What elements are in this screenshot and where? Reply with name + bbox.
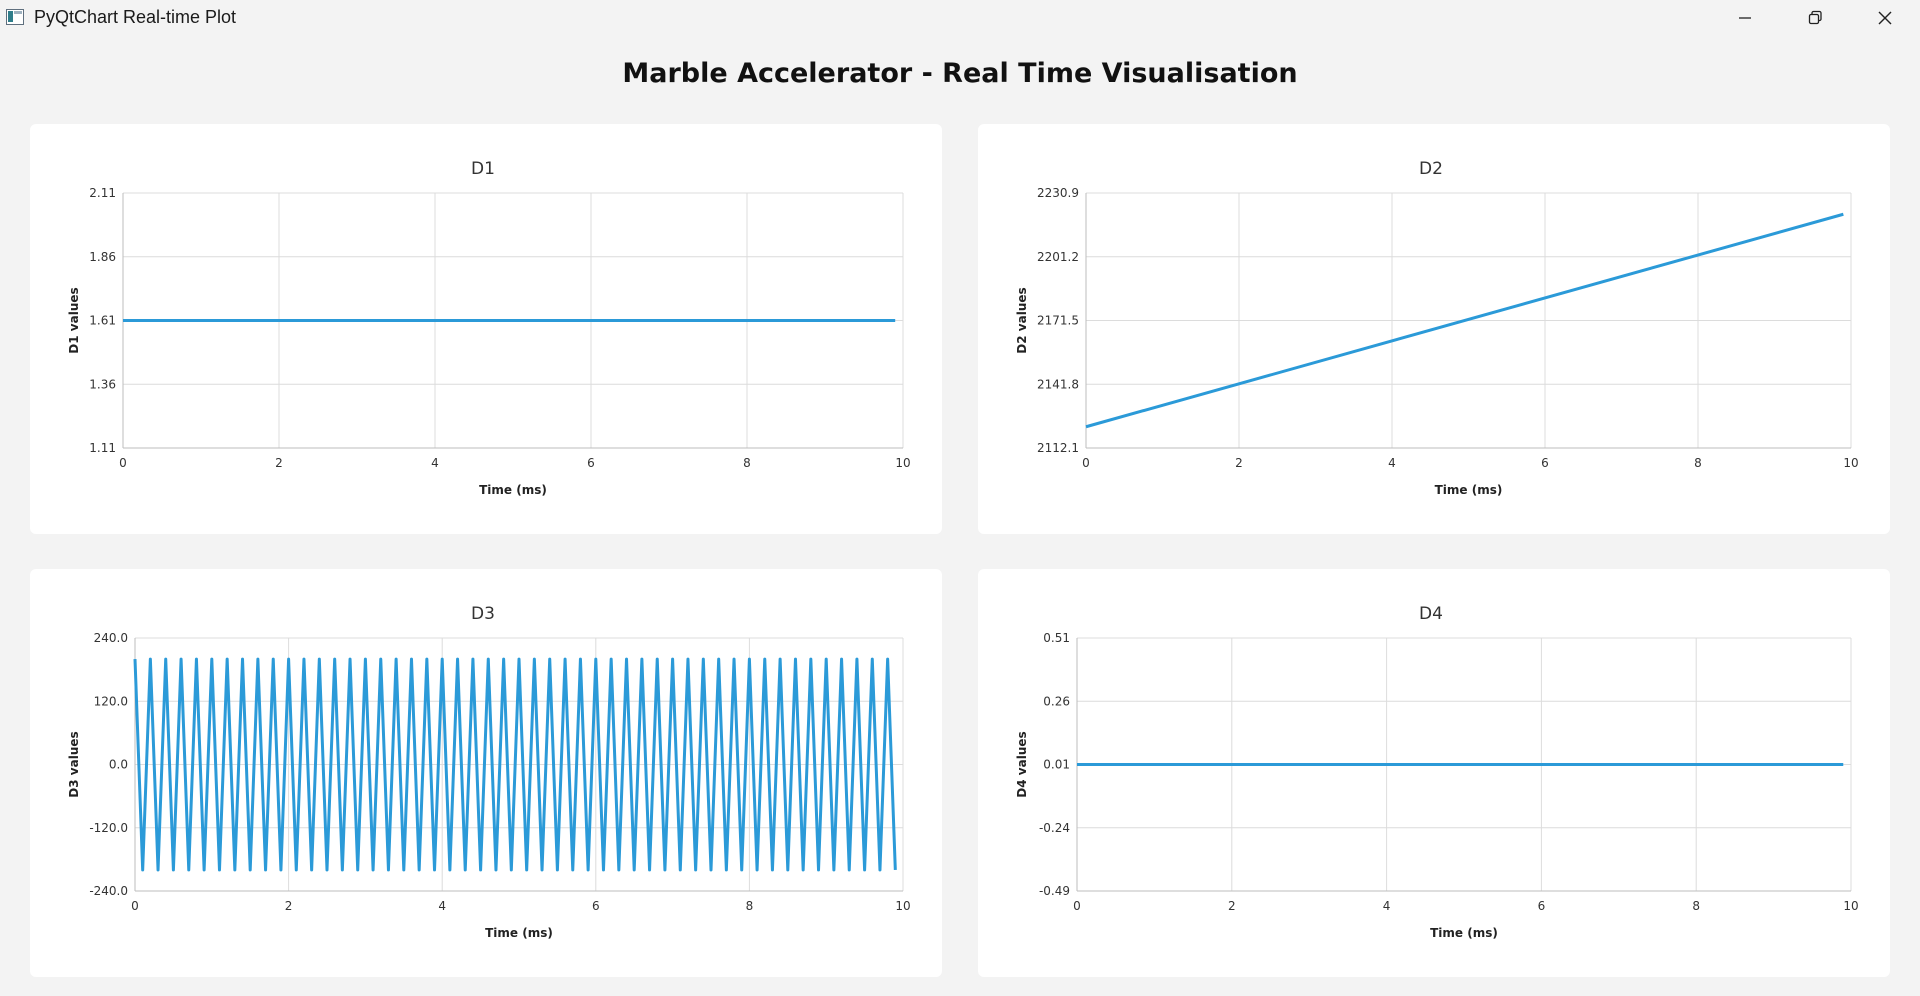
- x-tick-label: 10: [1843, 899, 1858, 913]
- window-titlebar: PyQtChart Real-time Plot: [0, 0, 1920, 36]
- x-tick-label: 8: [743, 456, 751, 470]
- x-tick-label: 10: [895, 456, 910, 470]
- y-tick-label: 0.0: [109, 758, 128, 772]
- chart-card-d4: D4 0.51 0.26 0.01 -0.24 -0.49 0 2 4 6 8 10 Time (ms)…: [978, 569, 1890, 977]
- y-tick-label: 1.61: [89, 314, 116, 328]
- y-tick-label: 2171.5: [1037, 314, 1079, 328]
- y-axis-label: D4 values: [1015, 731, 1029, 797]
- restore-button[interactable]: [1780, 0, 1850, 36]
- chart-card-d1: D1 2.11 1.86 1.61 1.36 1.11 0 2 4 6 8 10 Time (ms) D1…: [30, 124, 942, 534]
- x-tick-label: 4: [431, 456, 439, 470]
- chart-d4: D4 0.51 0.26 0.01 -0.24 -0.490 2 4 6 8 10 Time (ms)…: [1015, 604, 1859, 940]
- y-tick-label: 0.01: [1043, 758, 1070, 772]
- x-axis-label: Time (ms): [1435, 483, 1503, 497]
- y-tick-label: 2.11: [89, 186, 116, 200]
- x-tick-label: 0: [131, 899, 139, 913]
- y-tick-label: 120.0: [94, 694, 128, 708]
- x-tick-label: 6: [587, 456, 595, 470]
- x-tick-label: 4: [438, 899, 446, 913]
- x-axis-label: Time (ms): [485, 926, 553, 940]
- close-icon: [1878, 11, 1892, 25]
- chart-title: D4: [1419, 604, 1443, 624]
- y-tick-label: -240.0: [89, 884, 128, 898]
- close-button[interactable]: [1850, 0, 1920, 36]
- x-tick-label: 2: [285, 899, 293, 913]
- x-tick-label: 0: [1073, 899, 1081, 913]
- y-tick-label: 2201.2: [1037, 250, 1079, 264]
- page-title: Marble Accelerator - Real Time Visualisa…: [622, 58, 1298, 89]
- y-tick-label: 2141.8: [1037, 377, 1079, 391]
- y-tick-label: 0.51: [1043, 631, 1070, 645]
- y-tick-label: -0.24: [1039, 821, 1070, 835]
- y-tick-label: 0.26: [1043, 694, 1070, 708]
- chart-d3: D3 240.0 120.0 0.0 -120.0 -240.00 2 4 6 8 10 Time (…: [67, 604, 911, 940]
- y-tick-label: 2230.9: [1037, 186, 1079, 200]
- y-tick-label: 1.86: [89, 250, 116, 264]
- y-tick-label: -120.0: [89, 821, 128, 835]
- chart-title: D1: [471, 159, 495, 179]
- minimize-icon: [1739, 17, 1751, 19]
- x-tick-label: 2: [1235, 456, 1243, 470]
- x-tick-label: 2: [275, 456, 283, 470]
- y-tick-label: 240.0: [94, 631, 128, 645]
- y-tick-label: 1.11: [89, 441, 116, 455]
- x-tick-label: 0: [1082, 456, 1090, 470]
- x-tick-label: 8: [746, 899, 754, 913]
- chart-title: D3: [471, 604, 495, 624]
- y-tick-label: 2112.1: [1037, 441, 1079, 455]
- y-axis-label: D3 values: [67, 731, 81, 797]
- minimize-button[interactable]: [1710, 0, 1780, 36]
- chart-card-d3: D3 240.0 120.0 0.0 -120.0 -240.0 0 2 4 6 8 10 Time (…: [30, 569, 942, 977]
- x-tick-label: 2: [1228, 899, 1236, 913]
- window-title: PyQtChart Real-time Plot: [34, 7, 237, 27]
- restore-icon: [1808, 10, 1822, 25]
- y-axis-label: D1 values: [67, 287, 81, 353]
- chart-d2: D2 2230.9 2201.2 2171.5 2141.8 2112.10 2 4 6 8 10 T…: [1015, 159, 1859, 497]
- x-tick-label: 6: [1538, 899, 1546, 913]
- app-icon: [6, 9, 24, 25]
- y-axis-label: D2 values: [1015, 287, 1029, 353]
- x-tick-label: 6: [1541, 456, 1549, 470]
- x-tick-label: 10: [895, 899, 910, 913]
- x-tick-label: 10: [1843, 456, 1858, 470]
- y-tick-label: 1.36: [89, 377, 116, 391]
- x-axis-label: Time (ms): [479, 483, 547, 497]
- x-tick-label: 0: [119, 456, 127, 470]
- x-axis-label: Time (ms): [1430, 926, 1498, 940]
- y-tick-label: -0.49: [1039, 884, 1070, 898]
- x-tick-label: 8: [1694, 456, 1702, 470]
- x-tick-label: 6: [592, 899, 600, 913]
- chart-d1: D1 2.11 1.86 1.61 1.36 1.110 2 4 6 8 10 Time (ms) D1…: [67, 159, 911, 497]
- chart-title: D2: [1419, 159, 1443, 179]
- x-tick-label: 4: [1388, 456, 1396, 470]
- x-tick-label: 4: [1383, 899, 1391, 913]
- x-tick-label: 8: [1692, 899, 1700, 913]
- chart-card-d2: D2 2230.9 2201.2 2171.5 2141.8 2112.1 0 2 4 6 8 10 T…: [978, 124, 1890, 534]
